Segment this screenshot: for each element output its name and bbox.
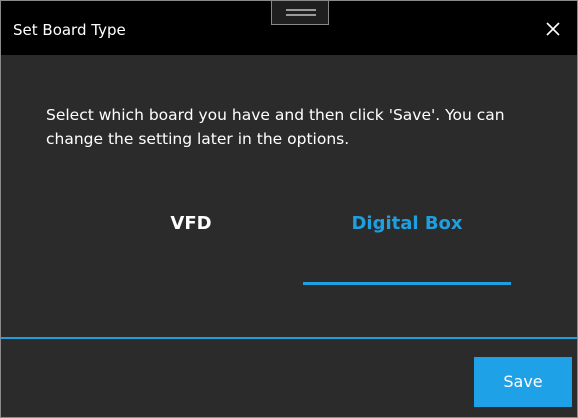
close-icon	[546, 22, 560, 36]
instruction-text: Select which board you have and then cli…	[46, 106, 505, 148]
set-board-type-dialog: Set Board Type Select which board you ha…	[0, 0, 578, 418]
tab-vfd[interactable]: VFD	[141, 209, 241, 239]
save-button[interactable]: Save	[474, 357, 572, 407]
dialog-content: Select which board you have and then cli…	[1, 55, 577, 337]
grip-line	[286, 9, 316, 11]
dialog-footer: Save	[1, 339, 577, 417]
title-bar[interactable]: Set Board Type	[1, 1, 577, 55]
selected-tab-indicator	[303, 282, 511, 285]
drag-handle[interactable]	[271, 1, 329, 25]
close-button[interactable]	[539, 15, 567, 43]
dialog-title: Set Board Type	[13, 21, 126, 39]
grip-line	[286, 14, 316, 16]
tab-digital-box[interactable]: Digital Box	[303, 209, 511, 239]
